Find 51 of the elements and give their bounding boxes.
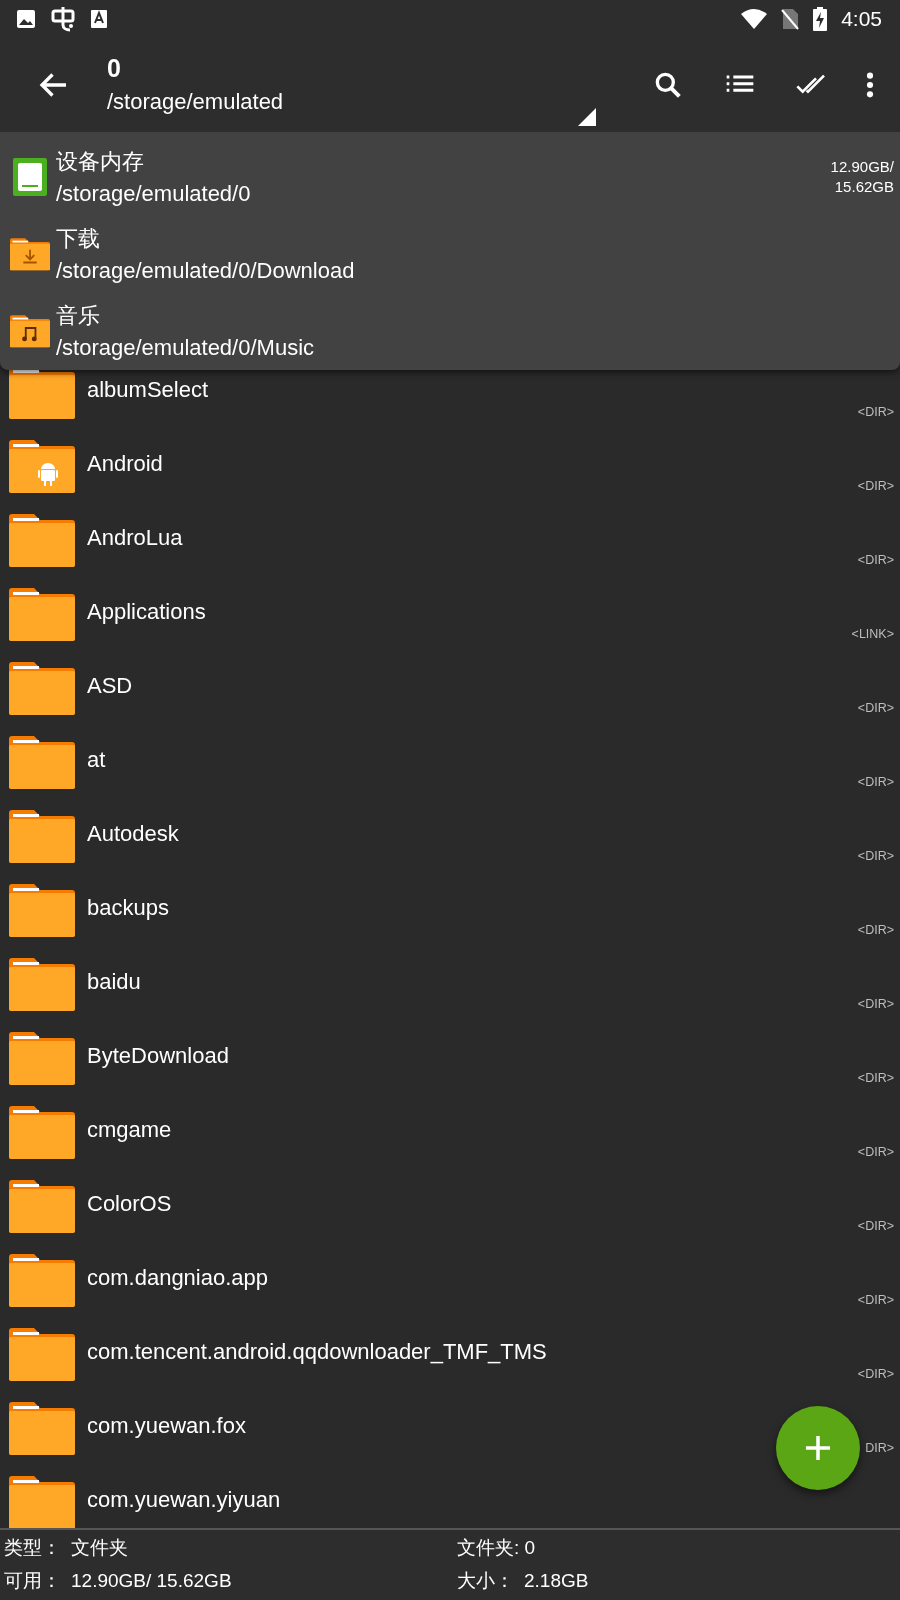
file-type-tag: DIR> bbox=[865, 1441, 894, 1455]
storage-name: 音乐 bbox=[56, 302, 101, 331]
storage-usage: 12.90GB/ 15.62GB bbox=[830, 157, 894, 197]
file-name[interactable]: Applications bbox=[87, 599, 206, 625]
file-type-tag: <DIR> bbox=[857, 849, 894, 863]
file-name[interactable]: ByteDownload bbox=[87, 1043, 229, 1069]
type-label: 类型： bbox=[4, 1536, 62, 1560]
file-name[interactable]: Android bbox=[87, 451, 163, 477]
file-type-tag: <DIR> bbox=[857, 1145, 894, 1159]
storage-path: /storage/emulated/0/Download bbox=[56, 258, 356, 284]
file-name[interactable]: com.yuewan.fox bbox=[87, 1413, 246, 1439]
storage-name: 设备内存 bbox=[56, 147, 145, 176]
storage-path: /storage/emulated/0/Music bbox=[56, 335, 316, 362]
file-type-tag: <DIR> bbox=[857, 553, 894, 567]
folder-path[interactable]: /storage/emulated bbox=[107, 89, 632, 115]
file-type-tag: <DIR> bbox=[857, 701, 894, 715]
file-type-tag: <LINK> bbox=[851, 627, 894, 641]
folder-count: 文件夹: 0 bbox=[457, 1536, 536, 1560]
storage-path: /storage/emulated/0 bbox=[56, 180, 252, 207]
file-name[interactable]: baidu bbox=[87, 969, 141, 995]
file-name[interactable]: cmgame bbox=[87, 1117, 172, 1143]
free-label: 可用： bbox=[4, 1569, 62, 1593]
storage-name: 下载 bbox=[56, 225, 101, 253]
file-type-tag: <DIR> bbox=[857, 1293, 894, 1307]
storage-item[interactable]: 音乐 /storage/emulated/0/Music bbox=[0, 292, 900, 370]
file-type-tag: <DIR> bbox=[857, 479, 894, 493]
storage-item[interactable]: 设备内存 /storage/emulated/0 12.90GB/ 15.62GB bbox=[0, 138, 900, 216]
file-name[interactable]: AndroLua bbox=[87, 525, 183, 551]
file-name[interactable]: albumSelect bbox=[87, 377, 209, 403]
storage-item[interactable]: 下载 /storage/emulated/0/Download bbox=[0, 215, 900, 293]
file-name[interactable]: com.dangniao.app bbox=[87, 1265, 269, 1291]
file-name[interactable]: backups bbox=[87, 895, 169, 921]
type-value: 文件夹 bbox=[71, 1536, 128, 1560]
file-name[interactable]: com.yuewan.yiyuan bbox=[87, 1487, 281, 1513]
file-name[interactable]: ASD bbox=[87, 673, 133, 699]
file-name[interactable]: Autodesk bbox=[87, 821, 179, 847]
file-type-tag: <DIR> bbox=[857, 775, 894, 789]
free-space-value: 12.90GB/ 15.62GB bbox=[71, 1569, 232, 1593]
file-type-tag: <DIR> bbox=[857, 405, 894, 419]
clock-time: 4:05 bbox=[841, 6, 882, 31]
folder-title: 0 bbox=[107, 54, 122, 83]
file-type-tag: <DIR> bbox=[857, 1367, 894, 1381]
file-name[interactable]: com.tencent.android.qqdownloader_TMF_TMS bbox=[87, 1339, 547, 1365]
file-type-tag: <DIR> bbox=[857, 1071, 894, 1085]
file-type-tag: <DIR> bbox=[857, 1219, 894, 1233]
file-type-tag: <DIR> bbox=[857, 923, 894, 937]
size-label: 大小： bbox=[457, 1569, 515, 1593]
file-name[interactable]: at bbox=[87, 747, 106, 773]
file-name[interactable]: ColorOS bbox=[87, 1191, 172, 1217]
file-type-tag: <DIR> bbox=[857, 997, 894, 1011]
size-value: 2.18GB bbox=[524, 1569, 589, 1593]
